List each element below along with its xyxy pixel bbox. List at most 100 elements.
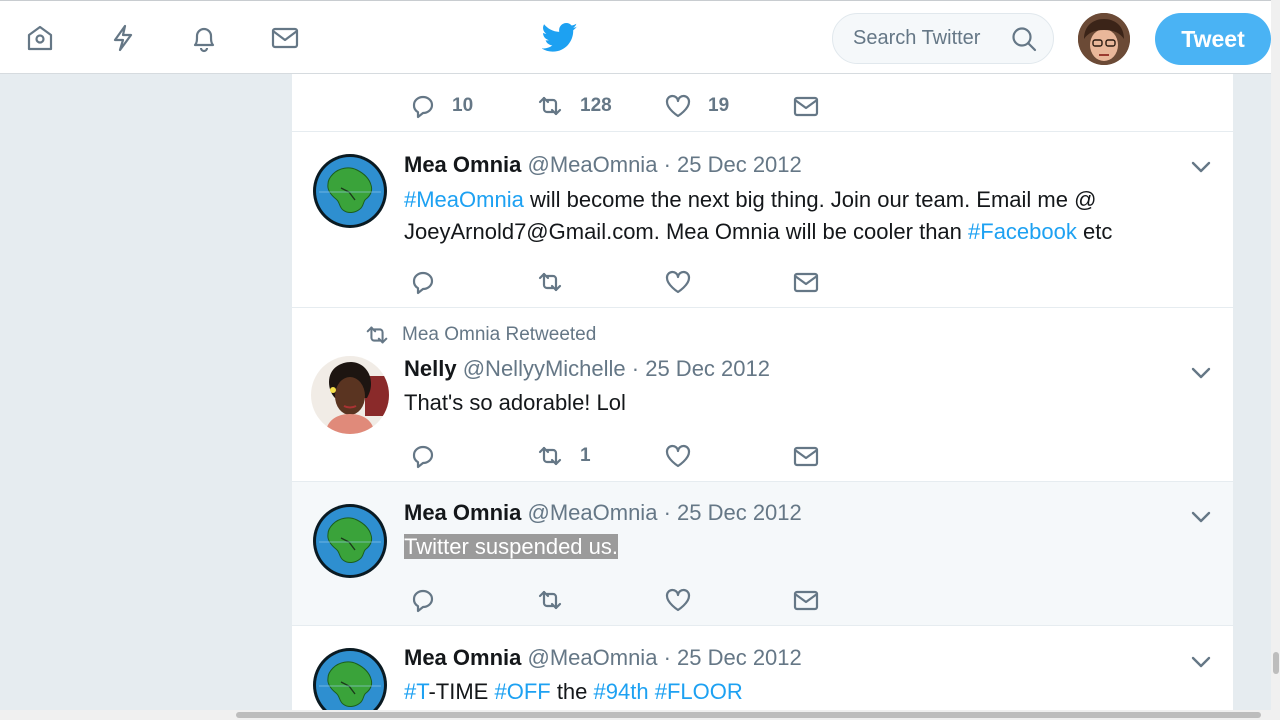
timeline: 10 128 19 Mea Omnia @MeaOmnia · 25 Dec 2… [292, 74, 1233, 710]
chevron-down-icon[interactable] [1189, 650, 1213, 674]
notifications-icon[interactable] [187, 21, 221, 55]
avatar[interactable] [311, 646, 389, 710]
search-icon[interactable] [1011, 26, 1037, 52]
author-name[interactable]: Mea Omnia [404, 500, 521, 525]
hashtag-link[interactable]: #T [404, 679, 428, 704]
like-button[interactable]: 19 [664, 91, 729, 121]
envelope-icon [792, 586, 820, 614]
messages-icon[interactable] [268, 21, 302, 55]
profile-avatar[interactable] [1078, 13, 1130, 65]
reply-button[interactable] [408, 267, 436, 297]
hashtag-link[interactable]: #MeaOmnia [404, 187, 524, 212]
tweet-actions: 1 [408, 441, 1008, 471]
envelope-icon [792, 92, 820, 120]
direct-message-button[interactable] [792, 585, 820, 615]
retweet-button[interactable]: 128 [536, 91, 612, 121]
hashtag-link[interactable]: #94th [594, 679, 649, 704]
like-button[interactable] [664, 441, 692, 471]
author-name[interactable]: Nelly [404, 356, 457, 381]
tweet-actions [408, 267, 1008, 297]
avatar[interactable] [311, 502, 389, 580]
tweet-date[interactable]: · 25 Dec 2012 [664, 152, 802, 177]
tweet-text-segment: the [550, 679, 594, 704]
tweet-header: Mea Omnia @MeaOmnia · 25 Dec 2012 [404, 152, 802, 178]
tweet-text: #MeaOmnia will become the next big thing… [404, 184, 1194, 248]
chevron-down-icon[interactable] [1189, 361, 1213, 385]
author-handle[interactable]: @NellyyMichelle [463, 356, 626, 381]
like-count: 19 [708, 95, 730, 116]
reply-button[interactable]: 10 [408, 91, 473, 121]
retweet-icon [536, 442, 564, 470]
avatar[interactable] [311, 152, 389, 230]
envelope-icon [792, 442, 820, 470]
author-handle[interactable]: @MeaOmnia [528, 645, 658, 670]
reply-icon [408, 442, 436, 470]
tweet-actions [408, 585, 1008, 615]
tweet-text: #T-TIME #OFF the #94th #FLOOR [404, 676, 1194, 708]
tweet-date[interactable]: · 25 Dec 2012 [664, 500, 802, 525]
reply-icon [408, 586, 436, 614]
top-navigation-bar: Tweet [0, 0, 1271, 74]
retweet-context-label[interactable]: Mea Omnia Retweeted [402, 324, 596, 346]
author-name[interactable]: Mea Omnia [404, 152, 521, 177]
heart-icon [664, 442, 692, 470]
direct-message-button[interactable] [792, 267, 820, 297]
author-handle[interactable]: @MeaOmnia [528, 152, 658, 177]
direct-message-button[interactable] [792, 441, 820, 471]
reply-button[interactable] [408, 441, 436, 471]
horizontal-scrollbar[interactable] [0, 710, 1271, 720]
hashtag-link[interactable]: #FLOOR [655, 679, 743, 704]
chevron-down-icon[interactable] [1189, 505, 1213, 529]
tweet[interactable]: 10 128 19 [292, 74, 1233, 132]
direct-message-button[interactable] [792, 91, 820, 121]
reply-count: 10 [452, 95, 474, 116]
tweet-header: Nelly @NellyyMichelle · 25 Dec 2012 [404, 356, 770, 382]
moments-icon[interactable] [106, 21, 140, 55]
tweet[interactable]: Mea Omnia Retweeted Nelly @NellyyMichell… [292, 308, 1233, 482]
tweet-text-segment: etc [1076, 219, 1113, 244]
twitter-bird-icon[interactable] [542, 23, 578, 53]
retweet-icon [536, 92, 564, 120]
scrollbar-thumb[interactable] [236, 712, 1261, 718]
heart-icon [664, 268, 692, 296]
like-button[interactable] [664, 585, 692, 615]
retweet-icon [364, 322, 390, 348]
tweet[interactable]: Mea Omnia @MeaOmnia · 25 Dec 2012 #MeaOm… [292, 132, 1233, 308]
tweet-button[interactable]: Tweet [1155, 13, 1271, 65]
tweet-header: Mea Omnia @MeaOmnia · 25 Dec 2012 [404, 500, 802, 526]
selected-text: Twitter suspended us. [404, 534, 619, 559]
reply-icon [408, 268, 436, 296]
heart-icon [664, 586, 692, 614]
tweet[interactable]: Mea Omnia @MeaOmnia · 25 Dec 2012 #T-TIM… [292, 626, 1233, 710]
avatar[interactable] [311, 356, 389, 434]
reply-icon [408, 92, 436, 120]
chevron-down-icon[interactable] [1189, 155, 1213, 179]
hashtag-link[interactable]: #Facebook [968, 219, 1077, 244]
scrollbar-thumb[interactable] [1273, 652, 1279, 674]
like-button[interactable] [664, 267, 692, 297]
retweet-button[interactable]: 1 [536, 441, 591, 471]
tweet-header: Mea Omnia @MeaOmnia · 25 Dec 2012 [404, 645, 802, 671]
tweet-text: That's so adorable! Lol [404, 390, 626, 415]
tweet[interactable]: Mea Omnia @MeaOmnia · 25 Dec 2012 Twitte… [292, 482, 1233, 626]
retweet-count: 1 [580, 445, 591, 466]
vertical-scrollbar[interactable] [1271, 0, 1280, 720]
envelope-icon [792, 268, 820, 296]
retweet-button[interactable] [536, 267, 564, 297]
tweet-date[interactable]: · 25 Dec 2012 [664, 645, 802, 670]
tweet-text: Twitter suspended us. [404, 531, 1194, 563]
heart-icon [664, 92, 692, 120]
search-input[interactable] [853, 27, 1003, 50]
hashtag-link[interactable]: #OFF [494, 679, 550, 704]
author-name[interactable]: Mea Omnia [404, 645, 521, 670]
tweet-text-segment: -TIME [428, 679, 495, 704]
tweet-actions: 10 128 19 [408, 91, 1008, 121]
retweet-button[interactable] [536, 585, 564, 615]
home-icon[interactable] [23, 21, 57, 55]
reply-button[interactable] [408, 585, 436, 615]
retweet-context: Mea Omnia Retweeted [364, 322, 596, 348]
tweet-date[interactable]: · 25 Dec 2012 [632, 356, 770, 381]
retweet-icon [536, 268, 564, 296]
retweet-count: 128 [580, 95, 612, 116]
author-handle[interactable]: @MeaOmnia [528, 500, 658, 525]
